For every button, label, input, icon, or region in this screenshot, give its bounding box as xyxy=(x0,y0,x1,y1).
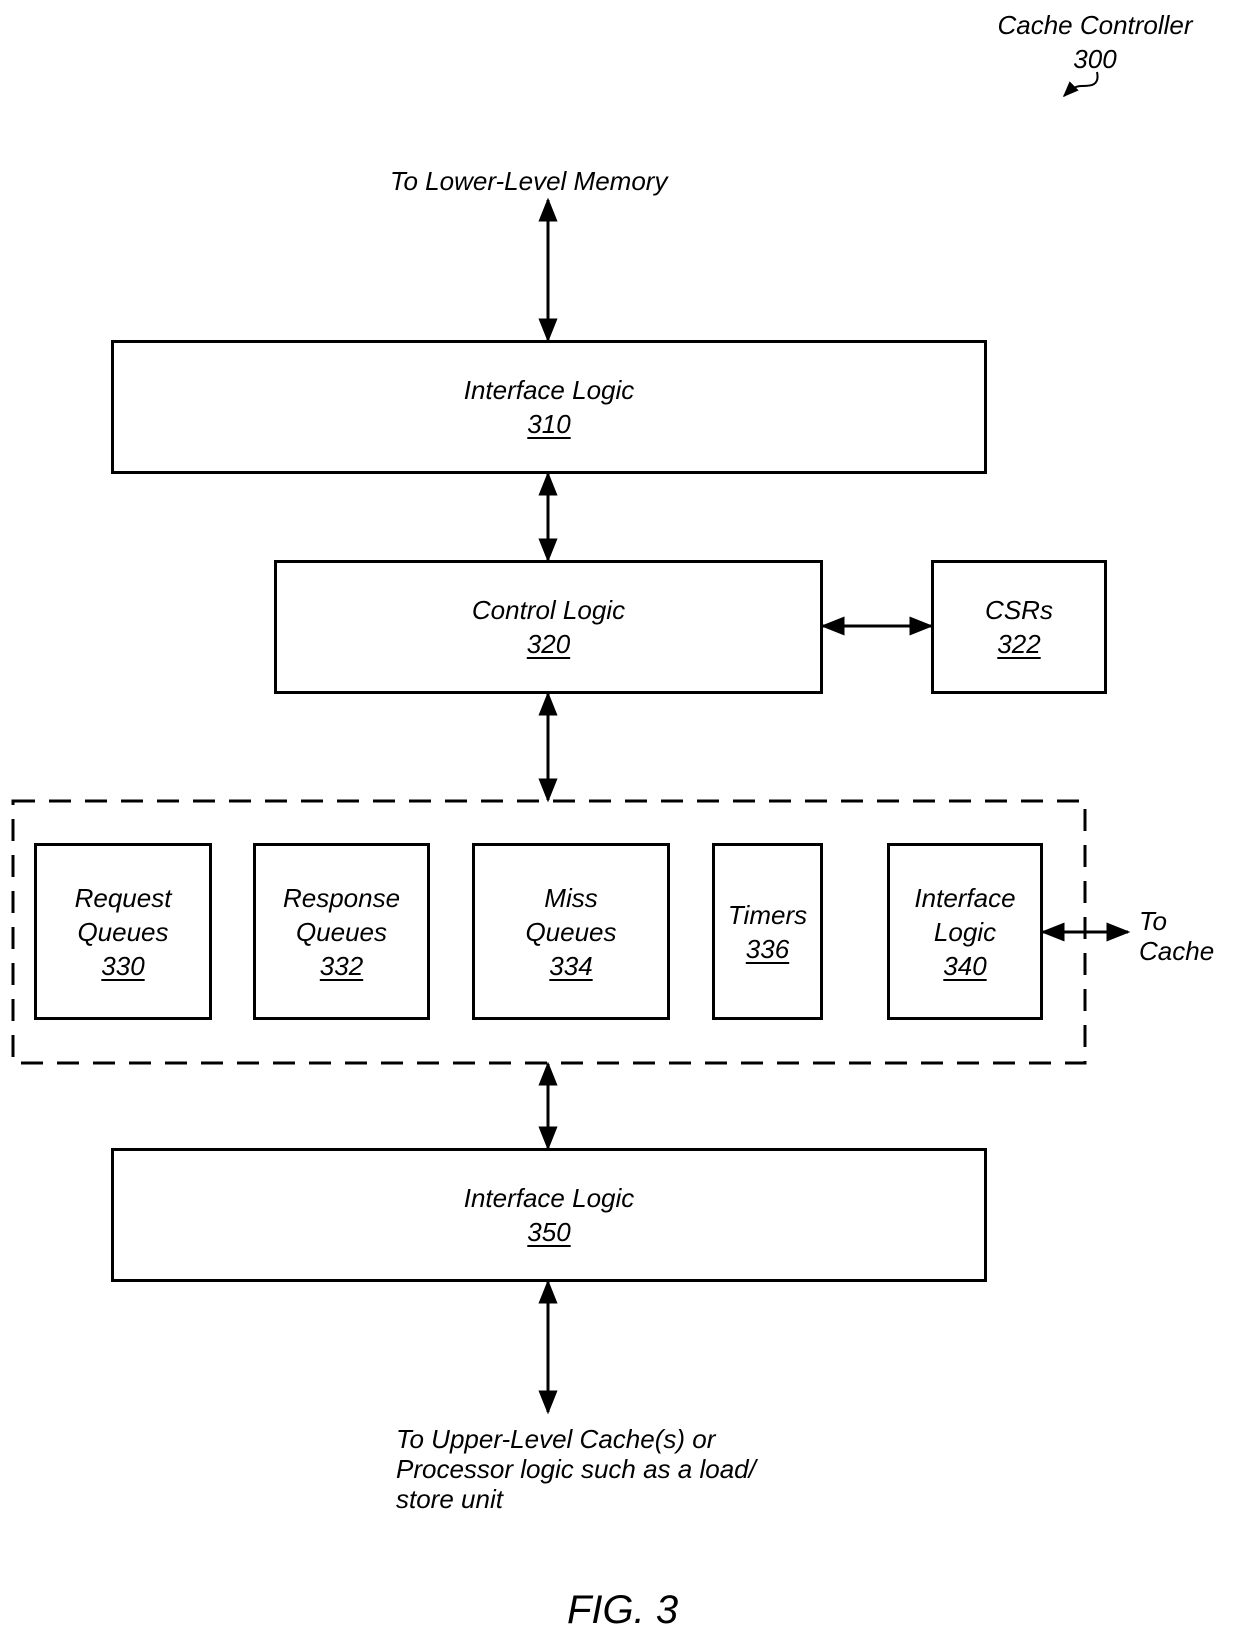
block-ref: 334 xyxy=(549,950,593,981)
block-name: Interface Logic xyxy=(463,1183,635,1213)
block-name: Logic xyxy=(933,916,997,947)
block-name: CSRs xyxy=(985,595,1053,625)
label-lower-memory: To Lower-Level Memory xyxy=(390,166,668,196)
block-ref: 340 xyxy=(943,950,987,981)
upper-cache-line: To Upper-Level Cache(s) or xyxy=(396,1424,716,1454)
block-response-queues-332: Response Queues 332 xyxy=(253,843,430,1020)
label-to-cache: To Cache xyxy=(1139,906,1239,966)
label-upper-cache: To Upper-Level Cache(s) or Processor log… xyxy=(396,1424,856,1514)
title-ref: 300 xyxy=(1073,44,1117,74)
block-csrs-322: CSRs 322 xyxy=(931,560,1107,694)
title-label: Cache Controller 300 xyxy=(980,8,1210,76)
block-timers-336: Timers 336 xyxy=(712,843,823,1020)
block-interface-logic-340: Interface Logic 340 xyxy=(887,843,1043,1020)
block-ref: 336 xyxy=(745,933,790,964)
block-ref: 330 xyxy=(101,950,145,981)
block-ref: 322 xyxy=(997,629,1041,659)
upper-cache-line: Processor logic such as a load/ xyxy=(396,1454,756,1484)
block-name: Queues xyxy=(525,916,617,947)
block-control-logic-320: Control Logic 320 xyxy=(274,560,823,694)
block-name: Timers xyxy=(727,899,808,930)
block-request-queues-330: Request Queues 330 xyxy=(34,843,212,1020)
block-name: Response xyxy=(282,882,401,913)
block-name: Control Logic xyxy=(471,595,626,625)
block-ref: 350 xyxy=(527,1217,571,1247)
block-name: Miss xyxy=(544,882,598,913)
block-name: Request xyxy=(74,882,172,913)
to-cache-line: Cache xyxy=(1139,936,1215,966)
block-miss-queues-334: Miss Queues 334 xyxy=(472,843,670,1020)
figure-label: FIG. 3 xyxy=(567,1588,679,1632)
block-interface-logic-310: Interface Logic 310 xyxy=(111,340,987,474)
title-name: Cache Controller xyxy=(997,10,1193,40)
block-name: Interface xyxy=(914,882,1016,913)
to-cache-line: To xyxy=(1139,906,1167,936)
block-ref: 332 xyxy=(319,950,364,981)
block-name: Queues xyxy=(295,916,388,947)
block-name: Queues xyxy=(77,916,169,947)
block-name: Interface Logic xyxy=(463,375,635,405)
block-ref: 310 xyxy=(527,409,571,439)
block-interface-logic-350: Interface Logic 350 xyxy=(111,1148,987,1282)
block-ref: 320 xyxy=(526,629,571,659)
connectors xyxy=(11,71,1131,1415)
upper-cache-line: store unit xyxy=(396,1484,503,1514)
